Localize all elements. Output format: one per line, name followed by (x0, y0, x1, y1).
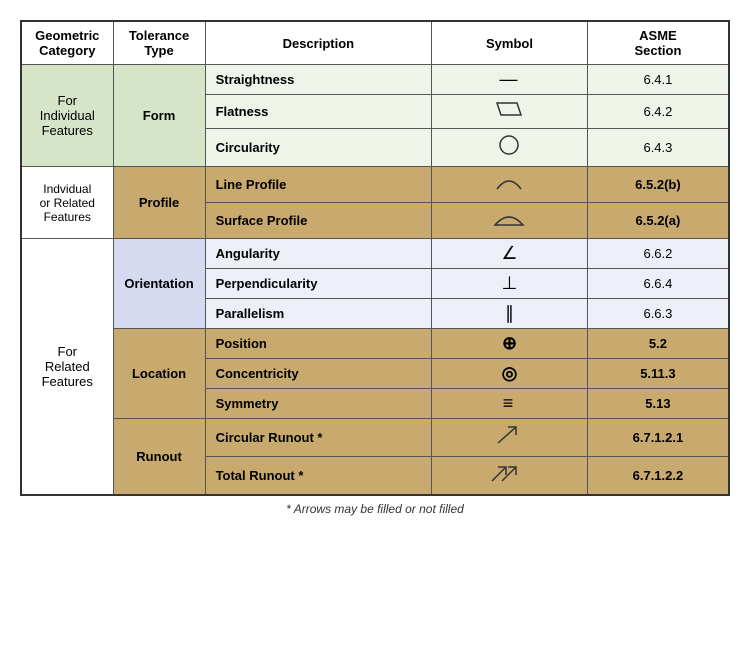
col-header-tol-type: ToleranceType (113, 21, 205, 65)
asme-total-runout: 6.7.1.2.2 (587, 457, 729, 496)
desc-parallelism: Parallelism (205, 299, 432, 329)
line-profile-icon (493, 171, 525, 193)
desc-position: Position (205, 329, 432, 359)
desc-angularity: Angularity (205, 239, 432, 269)
symbol-line-profile (432, 167, 588, 203)
tol-type-orientation: Orientation (113, 239, 205, 329)
symbol-total-runout (432, 457, 588, 496)
circularity-icon (497, 133, 521, 157)
tol-type-location: Location (113, 329, 205, 419)
main-container: GeometricCategory ToleranceType Descript… (20, 20, 730, 516)
col-header-geo-cat: GeometricCategory (21, 21, 113, 65)
col-header-description: Description (205, 21, 432, 65)
desc-circularity: Circularity (205, 129, 432, 167)
symbol-perpendicularity: ⊥ (432, 269, 588, 299)
tol-type-form: Form (113, 65, 205, 167)
table-row-line-profile: Indvidualor RelatedFeatures Profile Line… (21, 167, 729, 203)
footnote: * Arrows may be filled or not filled (20, 502, 730, 516)
desc-line-profile: Line Profile (205, 167, 432, 203)
desc-total-runout: Total Runout * (205, 457, 432, 496)
desc-surface-profile: Surface Profile (205, 203, 432, 239)
symbol-straightness: — (432, 65, 588, 95)
symbol-circularity (432, 129, 588, 167)
asme-concentricity: 5.11.3 (587, 359, 729, 389)
desc-flatness: Flatness (205, 95, 432, 129)
flatness-icon (493, 99, 525, 119)
asme-circularity: 6.4.3 (587, 129, 729, 167)
symbol-flatness (432, 95, 588, 129)
asme-symmetry: 5.13 (587, 389, 729, 419)
desc-symmetry: Symmetry (205, 389, 432, 419)
surface-profile-icon (491, 207, 527, 229)
symbol-angularity: ∠ (432, 239, 588, 269)
table-row-position: Location Position ⊕ 5.2 (21, 329, 729, 359)
asme-angularity: 6.6.2 (587, 239, 729, 269)
geo-cat-ind-related: Indvidualor RelatedFeatures (21, 167, 113, 239)
asme-position: 5.2 (587, 329, 729, 359)
desc-straightness: Straightness (205, 65, 432, 95)
symbol-position: ⊕ (432, 329, 588, 359)
asme-flatness: 6.4.2 (587, 95, 729, 129)
col-header-asme: ASMESection (587, 21, 729, 65)
col-header-symbol: Symbol (432, 21, 588, 65)
geo-cat-individual: ForIndividualFeatures (21, 65, 113, 167)
desc-circular-runout: Circular Runout * (205, 419, 432, 457)
asme-surface-profile: 6.5.2(a) (587, 203, 729, 239)
symbol-symmetry: ≡ (432, 389, 588, 419)
desc-perpendicularity: Perpendicularity (205, 269, 432, 299)
desc-concentricity: Concentricity (205, 359, 432, 389)
circular-runout-icon (494, 423, 524, 447)
tol-type-runout: Runout (113, 419, 205, 496)
table-row-circular-runout: Runout Circular Runout * 6.7.1.2.1 (21, 419, 729, 457)
symbol-circular-runout (432, 419, 588, 457)
geo-cat-related: ForRelatedFeatures (21, 239, 113, 496)
asme-parallelism: 6.6.3 (587, 299, 729, 329)
header-row: GeometricCategory ToleranceType Descript… (21, 21, 729, 65)
gd-and-t-table: GeometricCategory ToleranceType Descript… (20, 20, 730, 496)
tol-type-profile: Profile (113, 167, 205, 239)
asme-perpendicularity: 6.6.4 (587, 269, 729, 299)
asme-line-profile: 6.5.2(b) (587, 167, 729, 203)
total-runout-icon (490, 461, 528, 485)
symbol-surface-profile (432, 203, 588, 239)
table-row-angularity: ForRelatedFeatures Orientation Angularit… (21, 239, 729, 269)
asme-circular-runout: 6.7.1.2.1 (587, 419, 729, 457)
asme-straightness: 6.4.1 (587, 65, 729, 95)
symbol-parallelism: ∥ (432, 299, 588, 329)
table-row-straightness: ForIndividualFeatures Form Straightness … (21, 65, 729, 95)
symbol-concentricity: ◎ (432, 359, 588, 389)
